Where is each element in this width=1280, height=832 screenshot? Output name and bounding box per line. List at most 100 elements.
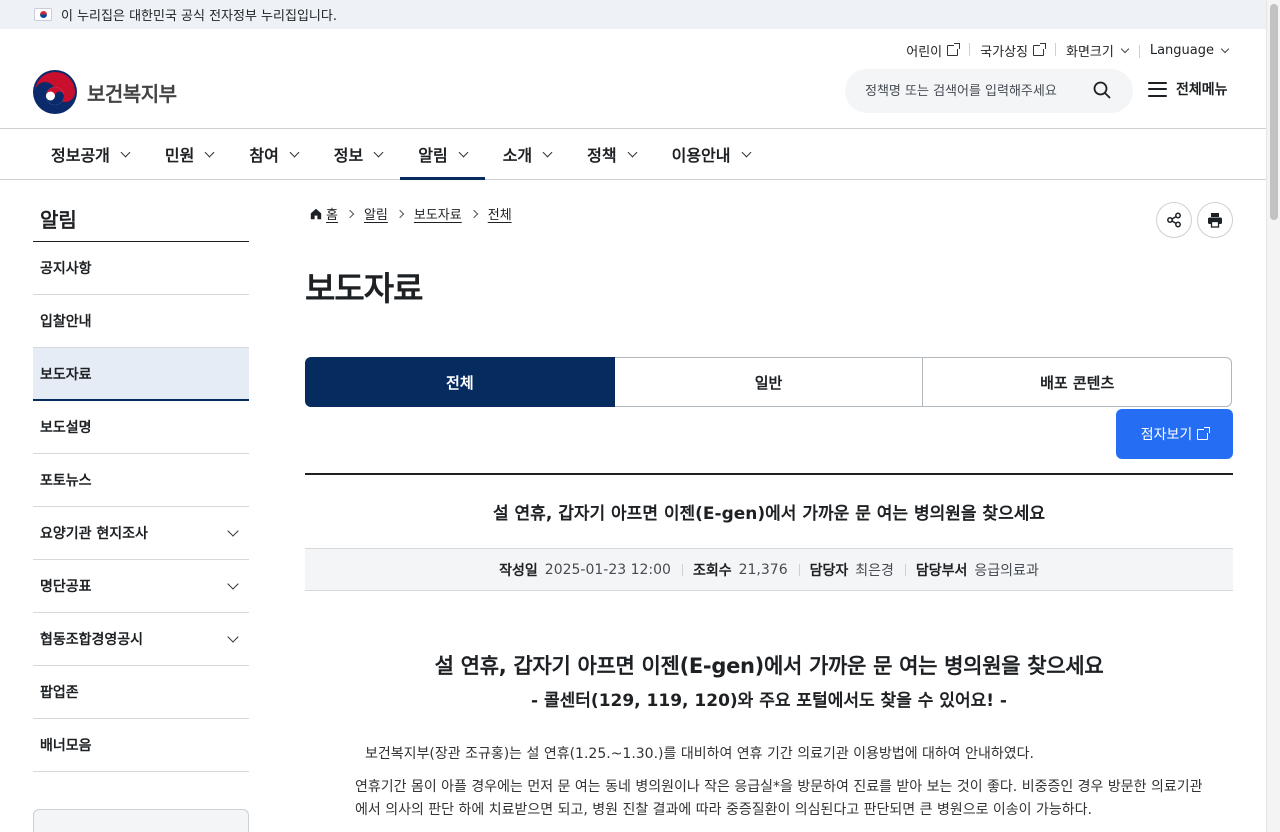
side-nav-item[interactable]: 공지사항: [33, 242, 249, 295]
side-nav-item-active[interactable]: 보도자료: [33, 348, 249, 401]
screen-size-dropdown[interactable]: 화면크기: [1055, 41, 1139, 60]
article-meta: 작성일 2025-01-23 12:00 조회수 21,376 담당자 최은경 담당부…: [305, 549, 1233, 591]
screen-size-label: 화면크기: [1066, 45, 1114, 60]
utility-links: 어린이 국가상징 화면크기 Language: [895, 41, 1230, 60]
external-link-icon: [947, 43, 961, 56]
meta-dept: 담당부서 응급의료과: [904, 560, 1050, 580]
side-nav-item-expandable[interactable]: 명단공표: [33, 560, 249, 613]
main-navigation: 정보공개 민원 참여 정보 알림 소개 정책 이용안내: [0, 128, 1266, 180]
side-nav-item[interactable]: 입찰안내: [33, 295, 249, 348]
side-nav-label: 요양기관 현지조사: [40, 526, 148, 542]
chevron-down-icon: [120, 147, 131, 157]
side-nav-label: 팝업존: [40, 685, 79, 701]
meta-dept-label: 담당부서: [915, 562, 968, 579]
all-menu-button[interactable]: 전체메뉴: [1148, 79, 1228, 99]
gnb-item-participation[interactable]: 참여: [231, 129, 315, 179]
meta-manager-value: 최은경: [855, 562, 894, 579]
national-symbols-link[interactable]: 국가상징: [969, 41, 1055, 60]
side-nav-item[interactable]: 배너모음: [33, 719, 249, 772]
side-nav-item[interactable]: 포토뉴스: [33, 454, 249, 507]
gnb-label: 알림: [418, 146, 448, 165]
meta-date-value: 2025-01-23 12:00: [544, 561, 671, 578]
meta-manager-label: 담당자: [809, 562, 849, 579]
kids-link[interactable]: 어린이: [895, 41, 969, 60]
breadcrumb-notice[interactable]: 알림: [364, 204, 388, 223]
print-button[interactable]: [1197, 202, 1233, 238]
side-banner-box: [33, 809, 249, 832]
korea-flag-icon: [34, 8, 52, 21]
printer-icon: [1208, 213, 1222, 228]
side-nav-item[interactable]: 보도설명: [33, 401, 249, 454]
chevron-down-icon: [204, 147, 215, 157]
chevron-down-icon: [1220, 44, 1230, 53]
chevron-down-icon: [227, 630, 239, 643]
page-scrollbar[interactable]: [1266, 0, 1280, 832]
tab-distribution-content[interactable]: 배포 콘텐츠: [923, 357, 1233, 407]
chevron-down-icon: [741, 147, 751, 157]
side-nav-item[interactable]: 팝업존: [33, 666, 249, 719]
breadcrumb-home[interactable]: 홈: [326, 204, 338, 223]
article-title: 설 연휴, 갑자기 아프면 이젠(E-gen)에서 가까운 문 여는 병의원을 …: [305, 475, 1233, 549]
gnb-item-notice[interactable]: 알림: [400, 129, 486, 180]
side-nav-item-expandable[interactable]: 협동조합경영공시: [33, 613, 249, 666]
meta-date: 작성일 2025-01-23 12:00: [488, 560, 682, 580]
gnb-item-info[interactable]: 정보: [316, 129, 400, 179]
side-nav-label: 명단공표: [40, 579, 92, 595]
meta-views-value: 21,376: [738, 561, 788, 578]
chevron-right-icon: [395, 209, 405, 218]
gnb-item-guide[interactable]: 이용안내: [654, 129, 768, 179]
gnb-item-about[interactable]: 소개: [485, 129, 569, 179]
chevron-right-icon: [469, 209, 478, 218]
side-nav-title: 알림: [33, 194, 249, 242]
gnb-label: 참여: [249, 146, 279, 165]
article-paragraph: 연휴기간 몸이 아플 경우에는 먼저 문 여는 동네 병의원이나 작은 응급실*…: [355, 779, 1203, 818]
breadcrumb-press[interactable]: 보도자료: [414, 204, 462, 223]
page-title: 보도자료: [305, 269, 423, 308]
side-nav-label: 포토뉴스: [40, 473, 92, 489]
chevron-down-icon: [627, 147, 638, 157]
article-paragraph: 보건복지부(장관 조규홍)는 설 연휴(1.25.~1.30.)를 대비하여 연…: [365, 746, 1034, 762]
national-symbols-label: 국가상징: [980, 45, 1028, 60]
chevron-down-icon: [289, 147, 300, 157]
header-search: [845, 69, 1133, 113]
braille-view-button[interactable]: 점자보기: [1116, 409, 1233, 459]
share-button[interactable]: [1156, 202, 1192, 238]
all-menu-label: 전체메뉴: [1176, 82, 1228, 98]
chevron-down-icon: [458, 147, 469, 157]
chevron-down-icon: [227, 577, 239, 590]
tab-general[interactable]: 일반: [614, 357, 924, 407]
side-nav-label: 협동조합경영공시: [40, 632, 144, 648]
breadcrumb-all[interactable]: 전체: [488, 204, 512, 223]
chevron-down-icon: [1120, 44, 1130, 53]
side-nav-item-expandable[interactable]: 요양기관 현지조사: [33, 507, 249, 560]
gnb-item-civil[interactable]: 민원: [147, 129, 231, 179]
gov-banner-text: 이 누리집은 대한민국 공식 전자정부 누리집입니다.: [61, 9, 337, 24]
scrollbar-thumb[interactable]: [1270, 4, 1278, 220]
braille-view-label: 점자보기: [1140, 427, 1193, 443]
gnb-label: 이용안내: [671, 146, 731, 165]
side-nav-label: 입찰안내: [40, 314, 92, 330]
meta-dept-value: 응급의료과: [974, 562, 1039, 579]
gnb-label: 정보: [333, 146, 364, 165]
ministry-logo[interactable]: 보건복지부: [33, 70, 177, 114]
gov-official-banner: 이 누리집은 대한민국 공식 전자정부 누리집입니다.: [0, 0, 1266, 29]
external-link-icon: [1033, 43, 1046, 56]
hamburger-icon: [1148, 81, 1167, 97]
search-input[interactable]: [865, 83, 1080, 99]
side-nav-label: 공지사항: [40, 261, 92, 277]
gnb-item-info-disclosure[interactable]: 정보공개: [33, 129, 147, 179]
gnb-label: 소개: [502, 146, 533, 165]
gnb-item-policy[interactable]: 정책: [569, 129, 653, 179]
chevron-right-icon: [345, 209, 355, 218]
meta-manager: 담당자 최은경: [798, 560, 905, 580]
kids-link-label: 어린이: [906, 45, 943, 60]
home-icon: [310, 208, 322, 219]
meta-views: 조회수 21,376: [681, 560, 799, 580]
tab-all[interactable]: 전체: [305, 357, 615, 407]
gnb-label: 정책: [587, 146, 617, 165]
article-body-subtitle: - 콜센터(129, 119, 120)와 주요 포털에서도 찾을 수 있어요!…: [531, 691, 1007, 711]
language-dropdown[interactable]: Language: [1138, 43, 1230, 58]
side-nav-label: 배너모음: [40, 738, 92, 754]
search-icon[interactable]: [1093, 81, 1111, 99]
side-navigation: 알림 공지사항 입찰안내 보도자료 보도설명 포토뉴스 요양기관 현지조사 명단…: [33, 194, 249, 832]
